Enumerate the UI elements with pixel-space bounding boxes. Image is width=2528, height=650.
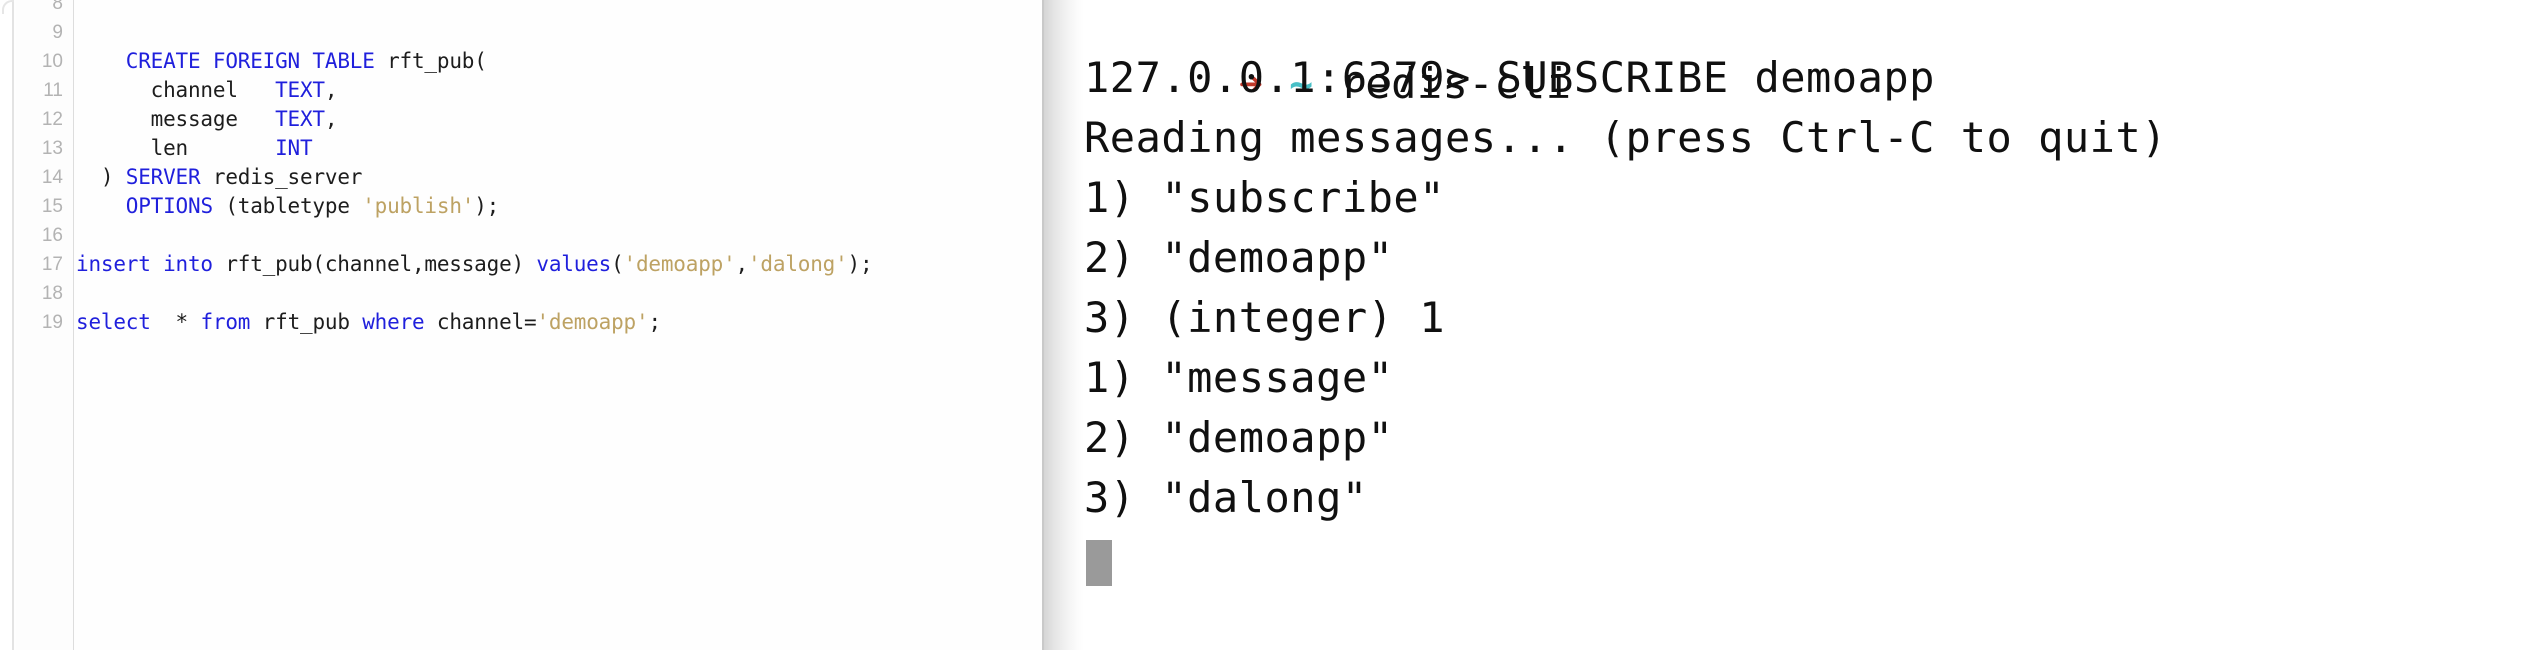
code-token: ) (76, 165, 126, 189)
code-token: , (324, 107, 338, 131)
code-token: select (76, 310, 151, 334)
code-token: SERVER (125, 165, 201, 189)
screenshot-root: 8 9 10 11 12 13 14 15 16 17 18 19 CREATE FOREIGN TA… (0, 0, 2528, 650)
terminal-output-line: 2) "demoapp" (1084, 413, 1394, 462)
terminal-output-line: 3) "dalong" (1084, 473, 1368, 522)
code-token: ); (847, 252, 873, 276)
line-number-15: 15 (41, 196, 63, 217)
code-token: * (150, 310, 201, 334)
code-line-17[interactable]: insert into rft_pub(channel,message) val… (76, 250, 873, 279)
code-token: rft_pub (250, 310, 363, 334)
code-line-15[interactable]: OPTIONS (tabletype 'publish'); (76, 192, 500, 221)
code-token: message (76, 107, 276, 131)
code-token: INT (275, 136, 313, 160)
line-number-11: 11 (43, 80, 63, 101)
code-token: , (324, 78, 338, 102)
terminal-output-line: 1) "message" (1084, 353, 1394, 402)
line-number-14: 14 (41, 167, 63, 188)
code-line-11[interactable]: channel TEXT, (76, 76, 338, 105)
code-token: rft_pub( (374, 49, 487, 73)
terminal-output-line: 3) (integer) 1 (1084, 293, 1446, 342)
code-line-19[interactable]: select * from rft_pub where channel='dem… (76, 308, 661, 337)
line-number-8: 8 (52, 0, 63, 14)
terminal-output-line: 1) "subscribe" (1084, 173, 1446, 222)
code-token: 'demoapp' (623, 252, 736, 276)
code-token: ; (648, 310, 661, 334)
code-token: CREATE FOREIGN TABLE (125, 49, 375, 73)
terminal-output-line: 2) "demoapp" (1084, 233, 1394, 282)
code-token: rft_pub(channel,message) (212, 252, 537, 276)
editor-panel-edge (0, 0, 14, 650)
redis-cli-terminal[interactable]: ➜ ~ redis-cli 127.0.0.1:6379> SUBSCRIBE … (1084, 0, 2528, 650)
line-number-12: 12 (41, 109, 63, 130)
pane-divider-line (1042, 0, 1044, 650)
code-token: 'demoapp' (536, 310, 649, 334)
code-line-14[interactable]: ) SERVER redis_server (76, 163, 363, 192)
line-number-10: 10 (41, 51, 63, 72)
line-number-19: 19 (41, 312, 63, 333)
code-token: from (200, 310, 251, 334)
code-token: ( (611, 252, 624, 276)
code-line-10[interactable]: CREATE FOREIGN TABLE rft_pub( (76, 47, 487, 76)
code-token: redis_server (200, 165, 363, 189)
code-token: values (536, 252, 612, 276)
terminal-cursor (1086, 540, 1112, 586)
code-line-13[interactable]: len INT (76, 134, 313, 163)
editor-line-number-gutter: 8 9 10 11 12 13 14 15 16 17 18 19 (16, 0, 74, 650)
code-token: where (362, 310, 425, 334)
pane-divider[interactable] (1042, 0, 1084, 650)
line-number-16: 16 (41, 225, 63, 246)
code-token: OPTIONS (125, 194, 213, 218)
code-token: insert into (76, 252, 213, 276)
terminal-output-line: Reading messages... (press Ctrl-C to qui… (1084, 113, 2168, 162)
editor-code-area[interactable]: CREATE FOREIGN TABLE rft_pub( channel TE… (76, 0, 1042, 650)
code-token: len (76, 136, 276, 160)
terminal-prompt-line: ➜ ~ redis-cli (1084, 0, 1572, 108)
code-token: , (735, 252, 749, 276)
code-token: (tabletype (212, 194, 363, 218)
line-number-17: 17 (41, 254, 63, 275)
code-token: channel (76, 78, 276, 102)
code-token: ); (474, 194, 500, 218)
code-token: 'publish' (362, 194, 475, 218)
code-token: TEXT (275, 107, 325, 131)
line-number-18: 18 (41, 283, 63, 304)
terminal-output-line: 127.0.0.1:6379> SUBSCRIBE demoapp (1084, 53, 1935, 102)
code-token: 'dalong' (747, 252, 848, 276)
code-token: TEXT (275, 78, 325, 102)
sql-code-editor[interactable]: 8 9 10 11 12 13 14 15 16 17 18 19 CREATE FOREIGN TA… (0, 0, 1042, 650)
line-number-9: 9 (52, 22, 63, 43)
line-number-13: 13 (41, 138, 63, 159)
code-line-12[interactable]: message TEXT, (76, 105, 338, 134)
code-token: channel= (424, 310, 537, 334)
